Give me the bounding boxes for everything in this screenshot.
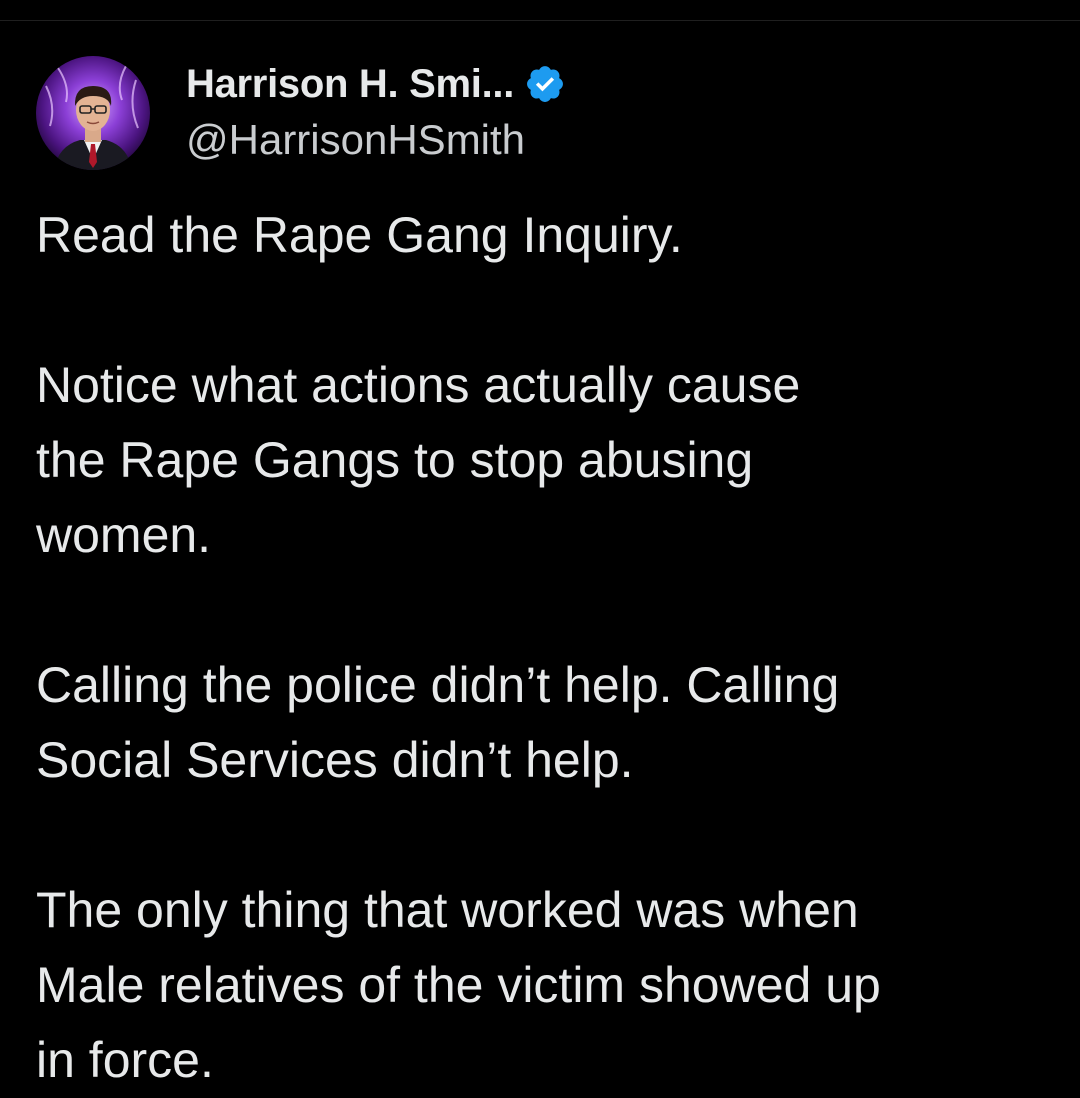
top-divider [0, 20, 1080, 21]
avatar[interactable] [36, 56, 150, 170]
author-names: Harrison H. Smi... @HarrisonHSmith [186, 60, 566, 166]
author-display-name[interactable]: Harrison H. Smi... [186, 60, 514, 108]
tweet-paragraph: Notice what actions actually cause the R… [36, 357, 801, 563]
tweet-text: Read the Rape Gang Inquiry. Notice what … [36, 198, 1046, 1098]
name-row: Harrison H. Smi... [186, 60, 566, 108]
author-handle[interactable]: @HarrisonHSmith [186, 114, 566, 166]
tweet-paragraph: Read the Rape Gang Inquiry. [36, 207, 683, 263]
tweet-header: Harrison H. Smi... @HarrisonHSmith [36, 56, 566, 170]
avatar-portrait-icon [36, 56, 150, 170]
verified-badge-icon[interactable] [524, 63, 566, 105]
tweet-paragraph: The only thing that worked was when Male… [36, 882, 881, 1088]
tweet-paragraph: Calling the police didn’t help. Calling … [36, 657, 840, 788]
